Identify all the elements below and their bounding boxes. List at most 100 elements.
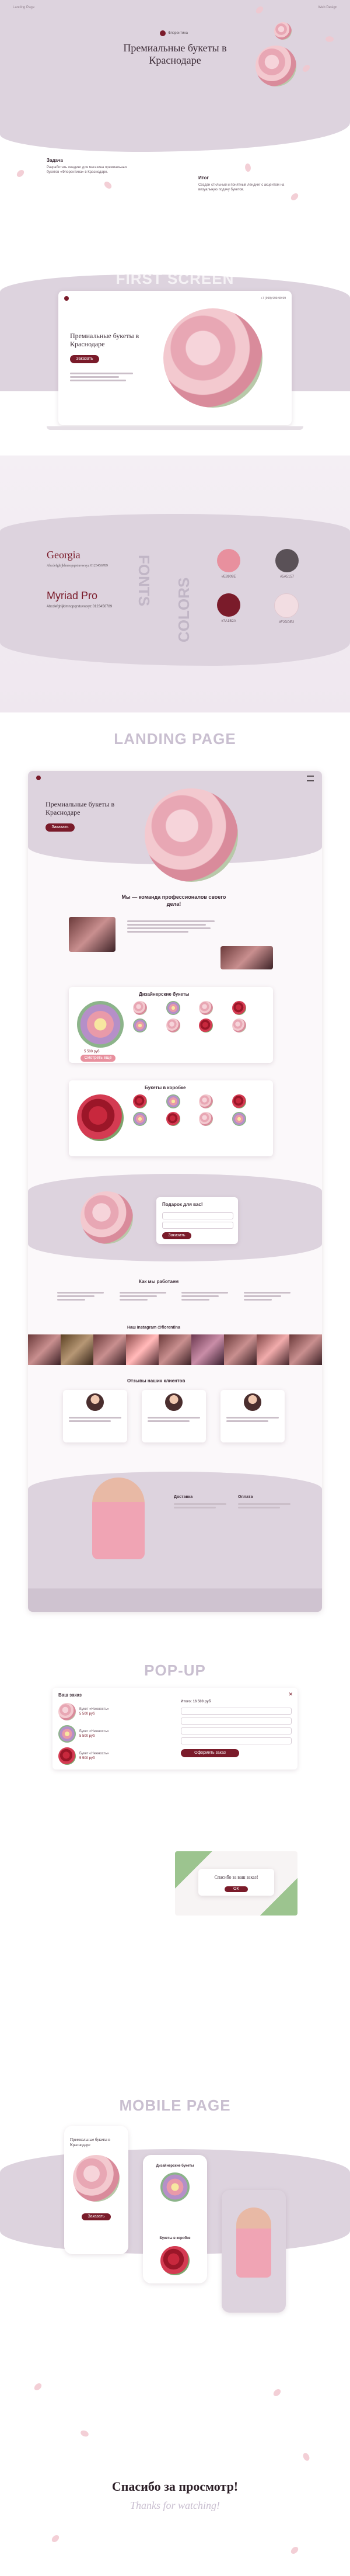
- address-input[interactable]: [181, 1727, 292, 1734]
- petal: [243, 162, 253, 173]
- landing-title: LANDING PAGE: [114, 730, 236, 748]
- reviews-row: [63, 1390, 285, 1442]
- task-block: Задача Разработать лендинг для магазина …: [47, 158, 128, 175]
- swatch-pink: #E8909E: [217, 549, 240, 579]
- designer-grid: [133, 1001, 261, 1033]
- payment-text: [238, 1503, 290, 1510]
- cart-item-name: Букет «Нежность»: [79, 1730, 109, 1733]
- cart-item-image: [58, 1703, 76, 1720]
- mobile-mockup-1: Премиальные букеты в Краснодаре Заказать: [64, 2126, 128, 2254]
- delivery-text: [174, 1503, 226, 1510]
- designer-main-image: [77, 1001, 124, 1048]
- task-title: Задача: [47, 158, 63, 163]
- grid-item[interactable]: [166, 1018, 180, 1033]
- swatch-light: #F2DDE2: [274, 593, 299, 625]
- mock-logo-icon: [64, 296, 69, 301]
- grid-item[interactable]: [133, 1094, 147, 1108]
- gift-image: [80, 1191, 133, 1244]
- girl-with-flowers-image: [92, 1478, 145, 1559]
- grid-item[interactable]: [133, 1001, 147, 1015]
- grid-item[interactable]: [232, 1001, 246, 1015]
- insta-photo[interactable]: [61, 1334, 93, 1365]
- hero-section: [0, 0, 350, 152]
- insta-strip: [28, 1334, 322, 1365]
- gift-input[interactable]: [162, 1212, 233, 1219]
- phone-input[interactable]: [181, 1718, 292, 1725]
- comment-input[interactable]: [181, 1737, 292, 1744]
- mobile-mockup-3: [222, 2190, 286, 2313]
- review-card: [63, 1390, 127, 1442]
- landing-order-button[interactable]: Заказать: [46, 823, 75, 832]
- about-title: Мы — команда профессионалов своего дела!: [121, 894, 226, 907]
- swatch-label: #7A1B2A: [221, 620, 236, 623]
- popup-title: POP-UP: [144, 1661, 206, 1679]
- insta-photo[interactable]: [159, 1334, 191, 1365]
- submit-order-button[interactable]: Оформить заказ: [181, 1749, 239, 1757]
- grid-item[interactable]: [232, 1018, 246, 1033]
- cart-title: Ваш заказ: [58, 1692, 82, 1698]
- payment-title: Оплата: [238, 1495, 253, 1499]
- landing-hero-title: Премиальные букеты в Краснодаре: [46, 800, 115, 816]
- cart-item-price: 5 500 руб: [79, 1712, 95, 1716]
- pink-flower-icon: [217, 549, 240, 572]
- mock-bouquet-image: [163, 308, 262, 408]
- thanks-ok-button[interactable]: OK: [225, 1886, 248, 1892]
- petal: [50, 2533, 61, 2544]
- mock-phone[interactable]: +7 (999) 999-99-99: [261, 297, 286, 300]
- grid-item[interactable]: [133, 1018, 147, 1033]
- grid-item[interactable]: [166, 1112, 180, 1126]
- mobile-mockup-2: Дизайнерские букеты Букеты в коробке: [143, 2155, 207, 2283]
- landing-frame: Премиальные букеты в Краснодаре Заказать…: [28, 771, 322, 1612]
- swatch-label: #F2DDE2: [278, 621, 295, 624]
- grid-item[interactable]: [199, 1094, 213, 1108]
- mobile-order-button[interactable]: Заказать: [82, 2213, 111, 2220]
- grid-item[interactable]: [232, 1112, 246, 1126]
- petal: [272, 2387, 282, 2398]
- boxes-main-image: [77, 1094, 124, 1141]
- cart-item-price: 5 500 руб: [79, 1757, 95, 1760]
- grid-item[interactable]: [133, 1112, 147, 1126]
- insta-photo[interactable]: [289, 1334, 322, 1365]
- cart-items: Букет «Нежность» 5 500 руб Букет «Нежнос…: [58, 1703, 169, 1765]
- landing-logo-icon: [36, 776, 41, 780]
- grid-item[interactable]: [166, 1001, 180, 1015]
- cart-item: Букет «Нежность» 5 500 руб: [58, 1747, 169, 1765]
- studio-photo: [220, 946, 273, 969]
- petal: [80, 2429, 89, 2438]
- hero-rose-image: [274, 22, 292, 40]
- insta-photo[interactable]: [93, 1334, 126, 1365]
- name-input[interactable]: [181, 1708, 292, 1715]
- mobile-girl-image: [236, 2207, 271, 2278]
- petal: [289, 192, 300, 202]
- gift-submit-button[interactable]: Заказать: [162, 1232, 191, 1239]
- grid-item[interactable]: [166, 1094, 180, 1108]
- swatch-gray: #5A5157: [275, 549, 299, 579]
- mobile-designer-title: Дизайнерские букеты: [156, 2164, 194, 2168]
- designer-more-button[interactable]: Смотреть ещё: [80, 1055, 116, 1062]
- grid-item[interactable]: [199, 1112, 213, 1126]
- close-icon[interactable]: ✕: [288, 1691, 293, 1698]
- menu-icon[interactable]: [307, 776, 314, 781]
- laptop-base: [47, 426, 303, 430]
- grid-item[interactable]: [199, 1001, 213, 1015]
- thanks-ru: Спасибо за просмотр!: [111, 2479, 239, 2494]
- gift-title: Подарок для вас!: [162, 1202, 203, 1207]
- insta-photo[interactable]: [191, 1334, 224, 1365]
- gift-input[interactable]: [162, 1222, 233, 1229]
- avatar: [244, 1393, 261, 1411]
- designer-title: Дизайнерские букеты: [139, 992, 190, 997]
- insta-photo[interactable]: [126, 1334, 159, 1365]
- logo-icon: [160, 30, 166, 36]
- insta-photo[interactable]: [224, 1334, 257, 1365]
- grid-item[interactable]: [232, 1094, 246, 1108]
- delivery-title: Доставка: [174, 1495, 193, 1499]
- swatch-label: #5A5157: [279, 575, 295, 579]
- insta-photo[interactable]: [257, 1334, 289, 1365]
- grid-item[interactable]: [199, 1018, 213, 1033]
- fonts-label: FONTS: [135, 555, 153, 607]
- mock-order-button[interactable]: Заказать: [70, 355, 99, 363]
- reviews-title: Отзывы наших клиентов: [127, 1378, 186, 1383]
- cart-item-image: [58, 1725, 76, 1743]
- petal: [33, 2382, 43, 2392]
- insta-photo[interactable]: [28, 1334, 61, 1365]
